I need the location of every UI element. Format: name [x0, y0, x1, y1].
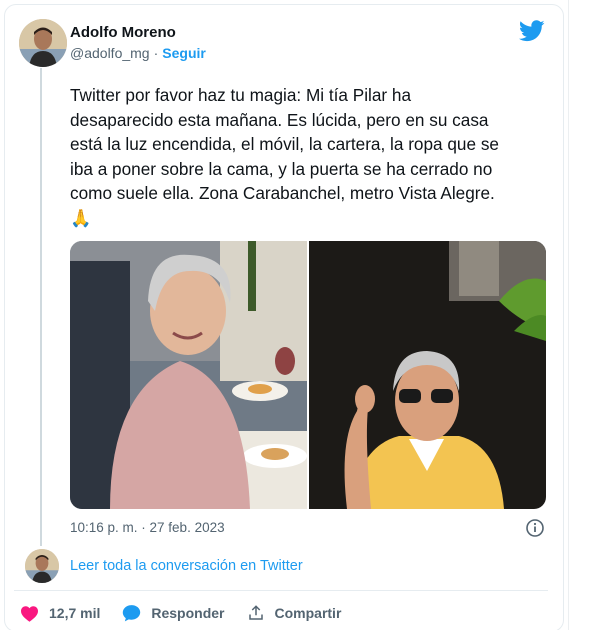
photo-woman-in-yellow[interactable]	[309, 241, 546, 509]
follow-button[interactable]: Seguir	[162, 45, 206, 61]
reply-bubble-icon	[123, 605, 141, 622]
heart-icon	[21, 605, 38, 622]
author-avatar[interactable]	[19, 19, 67, 67]
thread-line	[40, 68, 42, 546]
author-name[interactable]: Adolfo Moreno	[70, 24, 176, 41]
photo-woman-at-dinner[interactable]	[70, 241, 307, 509]
handle-separator: ·	[153, 45, 159, 61]
share-button[interactable]: Compartir	[247, 604, 342, 622]
tweet-text: Twitter por favor haz tu magia: Mi tía P…	[70, 85, 499, 228]
share-label: Compartir	[274, 605, 342, 621]
page-edge-divider	[568, 0, 569, 630]
conversation-avatar[interactable]	[25, 549, 59, 583]
reply-label: Responder	[151, 605, 225, 621]
read-conversation-link[interactable]: Leer toda la conversación en Twitter	[70, 558, 303, 574]
actions-divider	[14, 590, 548, 591]
author-handle[interactable]: @adolfo_mg	[70, 45, 150, 61]
twitter-bird-icon[interactable]	[519, 20, 545, 42]
tweet-actions: 12,7 mil Responder Compartir	[20, 602, 363, 624]
like-count: 12,7 mil	[49, 605, 101, 621]
tweet-timestamp[interactable]: 10:16 p. m. · 27 feb. 2023	[70, 520, 225, 535]
tweet-media[interactable]	[70, 241, 546, 509]
share-icon	[248, 605, 263, 620]
reply-button[interactable]: Responder	[122, 604, 225, 622]
author-handle-row: @adolfo_mg · Seguir	[70, 45, 206, 61]
like-button[interactable]: 12,7 mil	[20, 605, 100, 622]
info-icon[interactable]	[525, 518, 545, 538]
